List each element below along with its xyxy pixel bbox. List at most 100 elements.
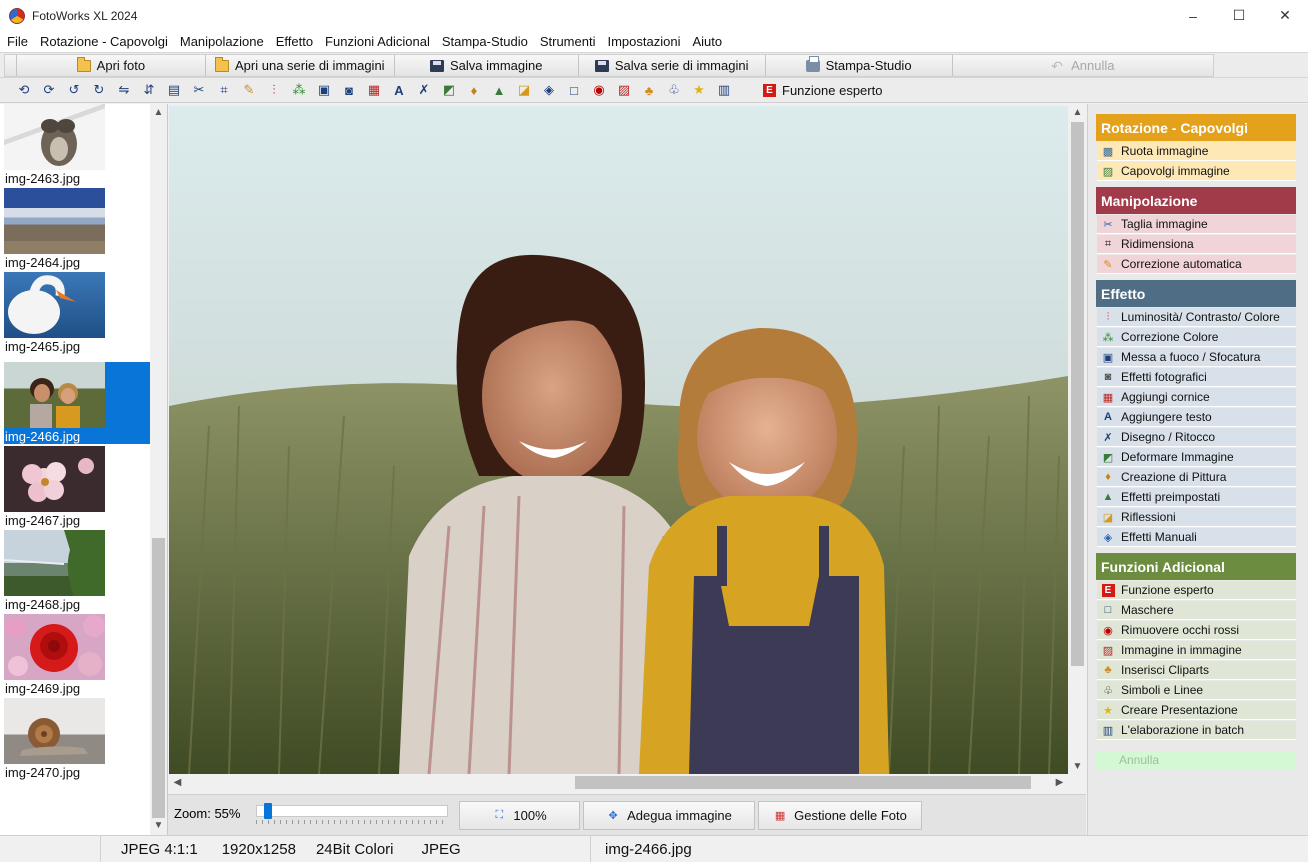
section-header-effects[interactable]: Effetto (1096, 280, 1296, 307)
reflections-item[interactable]: ◪ Riflessioni (1097, 508, 1296, 527)
cliparts-item[interactable]: ♣ Inserisci Cliparts (1097, 661, 1296, 680)
deform-icon[interactable]: ◩ (439, 81, 459, 99)
brightness-item[interactable]: ⫶ Luminosità/ Contrasto/ Colore (1097, 308, 1296, 327)
scroll-right-icon[interactable]: ▶ (1051, 774, 1068, 791)
viewer-horizontal-scrollbar[interactable]: ◀ ▶ (169, 774, 1068, 791)
text-icon[interactable]: A (389, 81, 409, 99)
scrollbar-thumb[interactable] (152, 538, 165, 818)
crop-item[interactable]: ✂ Taglia immagine (1097, 215, 1296, 234)
red-eye-item[interactable]: ◉ Rimuovere occhi rossi (1097, 621, 1296, 640)
masks-item[interactable]: □ Maschere (1097, 601, 1296, 620)
section-header-rotation[interactable]: Rotazione - Capovolgi (1096, 114, 1296, 141)
scissors-icon[interactable]: ✂ (189, 81, 209, 99)
photo-effects-item[interactable]: ◙ Effetti fotografici (1097, 368, 1296, 387)
undo-panel-button[interactable]: Annulla (1096, 751, 1296, 769)
rotate-cw-icon[interactable]: ↻ (89, 81, 109, 99)
thumbnail-item[interactable]: img-2465.jpg (4, 272, 150, 354)
fit-image-button[interactable]: ✥ Adegua immagine (583, 801, 755, 830)
menu-manipolazione[interactable]: Manipolazione (175, 34, 269, 49)
resize-item[interactable]: ⌗ Ridimensiona (1097, 235, 1296, 254)
scroll-up-icon[interactable]: ▲ (1069, 104, 1086, 121)
batch-processing-item[interactable]: ▥ L'elaborazione in batch (1097, 721, 1296, 740)
save-image-button[interactable]: Salva immagine (395, 55, 579, 76)
expert-function-item[interactable]: E Funzione esperto (1097, 581, 1296, 600)
scroll-left-icon[interactable]: ◀ (169, 774, 186, 791)
thumbnail-scrollbar[interactable]: ▲ ▼ (150, 104, 167, 835)
clipart-icon[interactable]: ♣ (639, 81, 659, 99)
expert-function-button[interactable]: E Funzione esperto (763, 83, 882, 98)
thumbnail-item-selected[interactable]: img-2466.jpg (4, 362, 150, 444)
auto-correct-item[interactable]: ✎ Correzione automatica (1097, 255, 1296, 274)
draw-icon[interactable]: ✗ (414, 81, 434, 99)
menu-impostazioni[interactable]: Impostazioni (602, 34, 685, 49)
viewer-vertical-scrollbar[interactable]: ▲ ▼ (1069, 104, 1086, 776)
sharpen-icon[interactable]: ▣ (314, 81, 334, 99)
resize-icon[interactable]: ⌗ (214, 81, 234, 99)
thumbnail-item[interactable]: img-2464.jpg (4, 188, 150, 270)
brightness-contrast-icon[interactable]: ⫶ (264, 81, 284, 99)
preset-effects-icon[interactable]: ▲ (489, 81, 509, 99)
batch-processing-icon[interactable]: ▥ (714, 81, 734, 99)
menu-stampa[interactable]: Stampa-Studio (437, 34, 533, 49)
symbols-icon[interactable]: ♧ (664, 81, 684, 99)
rotate-left-icon[interactable]: ⟲ (14, 81, 34, 99)
red-eye-icon[interactable]: ◉ (589, 81, 609, 99)
slideshow-item[interactable]: ★ Creare Presentazione (1097, 701, 1296, 720)
rotate-right-icon[interactable]: ⟳ (39, 81, 59, 99)
batch-icon[interactable]: ▤ (164, 81, 184, 99)
close-button[interactable]: ✕ (1262, 0, 1308, 31)
scroll-up-icon[interactable]: ▲ (150, 104, 167, 121)
add-text-item[interactable]: A Aggiungere testo (1097, 408, 1296, 427)
color-correction-icon[interactable]: ⁂ (289, 81, 309, 99)
zoom-slider-handle[interactable] (264, 803, 272, 819)
menu-funzioni[interactable]: Funzioni Adicional (320, 34, 435, 49)
symbols-item[interactable]: ♧ Simboli e Linee (1097, 681, 1296, 700)
open-series-button[interactable]: Apri una serie di immagini (206, 55, 395, 76)
star-icon[interactable]: ★ (689, 81, 709, 99)
mask-icon[interactable]: □ (564, 81, 584, 99)
frame-icon[interactable]: ▦ (364, 81, 384, 99)
thumbnail-item[interactable]: img-2469.jpg (4, 614, 150, 696)
photo-manager-button[interactable]: ▦ Gestione delle Foto (758, 801, 922, 830)
thumbnail-item[interactable]: img-2463.jpg (4, 104, 150, 186)
menu-file[interactable]: File (2, 34, 33, 49)
painting-item[interactable]: ♦ Creazione di Pittura (1097, 468, 1296, 487)
thumbnail-item[interactable]: img-2468.jpg (3, 530, 150, 612)
thumbnail-item[interactable]: img-2470.jpg (4, 698, 150, 780)
scroll-down-icon[interactable]: ▼ (150, 817, 167, 834)
flip-vertical-icon[interactable]: ⇵ (139, 81, 159, 99)
picture-in-picture-icon[interactable]: ▨ (614, 81, 634, 99)
picture-in-picture-item[interactable]: ▨ Immagine in immagine (1097, 641, 1296, 660)
auto-correct-icon[interactable]: ✎ (239, 81, 259, 99)
add-frame-item[interactable]: ▦ Aggiungi cornice (1097, 388, 1296, 407)
rotate-image-item[interactable]: ▩ Ruota immagine (1097, 142, 1296, 161)
manual-effects-icon[interactable]: ◈ (539, 81, 559, 99)
main-photo[interactable] (169, 106, 1068, 774)
photo-effects-icon[interactable]: ◙ (339, 81, 359, 99)
flip-horizontal-icon[interactable]: ⇋ (114, 81, 134, 99)
zoom-slider[interactable] (256, 805, 448, 817)
menu-rotazione[interactable]: Rotazione - Capovolgi (35, 34, 173, 49)
open-photo-button[interactable]: Apri foto (17, 55, 206, 76)
preset-effects-item[interactable]: ▲ Effetti preimpostati (1097, 488, 1296, 507)
manual-effects-item[interactable]: ◈ Effetti Manuali (1097, 528, 1296, 547)
scrollbar-thumb[interactable] (1071, 122, 1084, 666)
minimize-button[interactable]: – (1170, 0, 1216, 31)
draw-item[interactable]: ✗ Disegno / Ritocco (1097, 428, 1296, 447)
rotate-ccw-icon[interactable]: ↺ (64, 81, 84, 99)
undo-button[interactable]: ↶ Annulla (953, 55, 1213, 76)
zoom-100-button[interactable]: ⛶ 100% (459, 801, 580, 830)
color-correction-item[interactable]: ⁂ Correzione Colore (1097, 328, 1296, 347)
menu-aiuto[interactable]: Aiuto (687, 34, 727, 49)
print-studio-button[interactable]: Stampa-Studio (766, 55, 953, 76)
reflection-icon[interactable]: ◪ (514, 81, 534, 99)
deform-item[interactable]: ◩ Deformare Immagine (1097, 448, 1296, 467)
maximize-button[interactable]: ☐ (1216, 0, 1262, 31)
section-header-manipulation[interactable]: Manipolazione (1096, 187, 1296, 214)
save-series-button[interactable]: Salva serie di immagini (579, 55, 766, 76)
painting-icon[interactable]: ♦ (464, 81, 484, 99)
sharpen-item[interactable]: ▣ Messa a fuoco / Sfocatura (1097, 348, 1296, 367)
menu-strumenti[interactable]: Strumenti (535, 34, 601, 49)
flip-image-item[interactable]: ▨ Capovolgi immagine (1097, 162, 1296, 181)
scroll-down-icon[interactable]: ▼ (1069, 758, 1086, 775)
